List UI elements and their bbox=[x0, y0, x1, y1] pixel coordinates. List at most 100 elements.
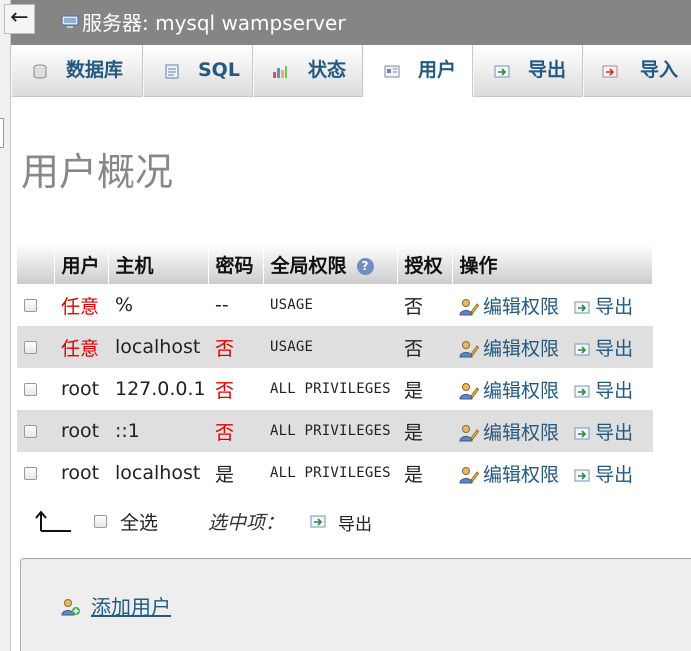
table-row: root 127.0.0.1 否 ALL PRIVILEGES 是 编辑权限 导… bbox=[17, 368, 653, 410]
tab-sql[interactable]: SQL bbox=[143, 45, 253, 97]
users-icon bbox=[384, 65, 400, 78]
table-row: root ::1 否 ALL PRIVILEGES 是 编辑权限 导出 bbox=[17, 410, 653, 452]
tab-status[interactable]: 状态 bbox=[253, 45, 363, 97]
user-cell: root bbox=[61, 378, 100, 400]
edit-privileges-link[interactable]: 编辑权限 bbox=[459, 422, 559, 444]
row-select-cell bbox=[17, 326, 54, 368]
row-checkbox[interactable] bbox=[24, 425, 37, 438]
action-cell: 编辑权限 导出 bbox=[452, 326, 653, 368]
add-user-link[interactable]: 添加用户 bbox=[91, 591, 171, 620]
tab-label: 用户 bbox=[418, 59, 457, 81]
export-label: 导出 bbox=[595, 295, 634, 318]
export-label: 导出 bbox=[595, 337, 634, 360]
table-row: 任意 % -- USAGE 否 编辑权限 导出 bbox=[17, 284, 653, 326]
action-cell: 编辑权限 导出 bbox=[452, 410, 653, 452]
password-cell: -- bbox=[215, 294, 229, 316]
export-icon bbox=[574, 385, 590, 397]
back-arrow-icon: ← bbox=[10, 5, 29, 30]
row-checkbox[interactable] bbox=[24, 341, 37, 354]
user-cell: root bbox=[54, 410, 108, 452]
column-header-password: 密码 bbox=[208, 244, 264, 284]
bulk-export-button[interactable]: 导出 bbox=[338, 510, 372, 535]
arrow-up-left-icon bbox=[35, 510, 71, 532]
export-link[interactable]: 导出 bbox=[573, 296, 633, 318]
server-title: 服务器: mysql wampserver bbox=[82, 11, 346, 35]
add-user-icon bbox=[61, 599, 80, 616]
tab-import[interactable]: 导入 bbox=[583, 45, 691, 97]
export-label: 导出 bbox=[595, 463, 634, 486]
server-icon bbox=[61, 15, 79, 28]
tab-export[interactable]: 导出 bbox=[473, 45, 583, 97]
row-checkbox[interactable] bbox=[24, 383, 37, 396]
export-link[interactable]: 导出 bbox=[573, 464, 633, 486]
grant-cell: 是 bbox=[397, 410, 452, 452]
table-row: root localhost 是 ALL PRIVILEGES 是 编辑权限 导… bbox=[17, 452, 653, 494]
user-cell: 任意 bbox=[61, 295, 100, 318]
sql-icon bbox=[165, 64, 179, 79]
row-select-cell bbox=[17, 410, 54, 452]
action-cell: 编辑权限 导出 bbox=[452, 368, 653, 410]
export-icon[interactable] bbox=[309, 514, 327, 529]
privileges-cell: ALL PRIVILEGES bbox=[270, 381, 391, 397]
privileges-cell: ALL PRIVILEGES bbox=[263, 410, 397, 452]
password-cell: 否 bbox=[215, 379, 235, 402]
column-header-user: 用户 bbox=[54, 244, 109, 284]
edit-privileges-link[interactable]: 编辑权限 bbox=[459, 338, 559, 360]
host-cell: 127.0.0.1 bbox=[115, 378, 206, 400]
select-all-checkbox[interactable] bbox=[94, 515, 107, 528]
export-label: 导出 bbox=[595, 379, 634, 402]
tab-label: 数据库 bbox=[66, 59, 124, 81]
tab-label: 导出 bbox=[528, 59, 567, 81]
edit-privileges-label: 编辑权限 bbox=[483, 421, 560, 444]
tab-databases[interactable]: 数据库 bbox=[11, 45, 143, 97]
row-select-cell bbox=[17, 452, 54, 494]
edit-privileges-icon bbox=[459, 341, 479, 358]
main-tabs: 数据库 SQL 状态 用户 导出 导入 bbox=[11, 45, 691, 97]
export-link[interactable]: 导出 bbox=[573, 380, 633, 402]
export-icon bbox=[574, 427, 590, 439]
host-cell: localhost bbox=[108, 326, 208, 368]
host-cell: localhost bbox=[115, 462, 201, 484]
row-select-cell bbox=[17, 284, 54, 326]
column-header-grant: 授权 bbox=[397, 244, 453, 284]
action-cell: 编辑权限 导出 bbox=[452, 452, 653, 494]
add-user-panel: 添加用户 bbox=[20, 558, 691, 651]
edit-privileges-link[interactable]: 编辑权限 bbox=[459, 296, 559, 318]
column-header-action: 操作 bbox=[452, 244, 653, 284]
select-all-label[interactable]: 全选 bbox=[120, 508, 158, 535]
tab-label: 导入 bbox=[640, 59, 679, 81]
grant-cell: 是 bbox=[404, 463, 424, 486]
help-icon[interactable]: ? bbox=[356, 257, 374, 275]
edit-privileges-link[interactable]: 编辑权限 bbox=[459, 464, 559, 486]
tab-users[interactable]: 用户 bbox=[363, 45, 473, 97]
grant-cell: 是 bbox=[404, 379, 424, 402]
password-cell: 否 bbox=[208, 410, 263, 452]
user-cell: root bbox=[61, 462, 100, 484]
export-link[interactable]: 导出 bbox=[573, 422, 633, 444]
edit-privileges-icon bbox=[459, 425, 479, 442]
privileges-cell: USAGE bbox=[263, 326, 397, 368]
column-header-host: 主机 bbox=[108, 244, 209, 284]
edit-privileges-label: 编辑权限 bbox=[483, 463, 560, 486]
edit-privileges-icon bbox=[459, 299, 479, 316]
table-row: 任意 localhost 否 USAGE 否 编辑权限 导出 bbox=[17, 326, 653, 368]
collapse-handle[interactable] bbox=[0, 118, 4, 148]
select-column-header bbox=[17, 244, 55, 284]
column-header-global-privileges: 全局权限? bbox=[263, 244, 398, 284]
back-button[interactable]: ← bbox=[4, 4, 35, 34]
row-select-cell bbox=[17, 368, 54, 410]
row-checkbox[interactable] bbox=[24, 467, 37, 480]
row-checkbox[interactable] bbox=[24, 299, 37, 312]
edit-privileges-link[interactable]: 编辑权限 bbox=[459, 380, 559, 402]
status-icon bbox=[273, 66, 287, 78]
export-link[interactable]: 导出 bbox=[573, 338, 633, 360]
action-cell: 编辑权限 导出 bbox=[452, 284, 653, 326]
grant-cell: 否 bbox=[404, 295, 424, 318]
title-bar: ← 服务器: mysql wampserver bbox=[4, 0, 691, 45]
with-selected-label: 选中项： bbox=[208, 512, 285, 534]
table-header: 用户 主机 密码 全局权限? 授权 操作 bbox=[17, 244, 653, 284]
edit-privileges-label: 编辑权限 bbox=[483, 379, 560, 402]
tab-label: 状态 bbox=[308, 59, 347, 81]
export-icon bbox=[574, 343, 590, 355]
page-title: 用户概况 bbox=[21, 150, 174, 194]
